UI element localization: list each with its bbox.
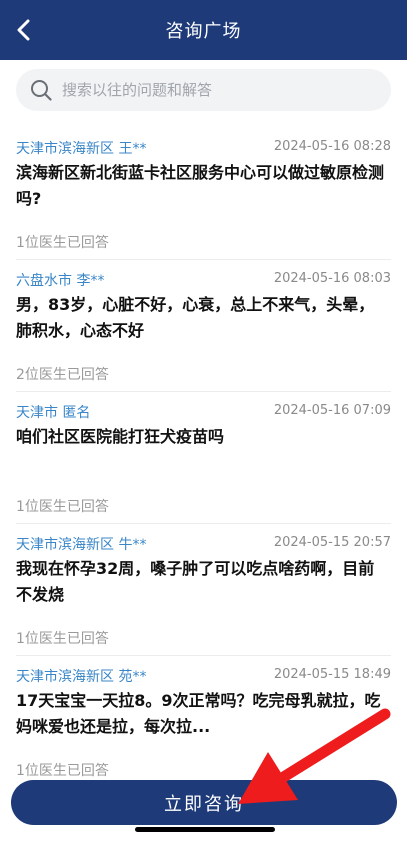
page-title: 咨询广场 — [165, 21, 242, 42]
answer-count: 2位医生已回答 — [16, 367, 109, 383]
question-time: 2024-05-16 07:09 — [273, 403, 391, 418]
question-item[interactable]: 天津市 匿名 2024-05-16 07:09 咱们社区医院能打狂犬疫苗吗 1位… — [16, 392, 391, 524]
header-bar: 咨询广场 — [0, 0, 407, 60]
consult-now-button[interactable]: 立即咨询 — [11, 780, 397, 825]
question-time: 2024-05-15 20:57 — [273, 535, 391, 550]
question-time: 2024-05-16 08:28 — [273, 139, 391, 154]
question-location: 六盘水市 李** — [16, 273, 105, 289]
question-text: 咱们社区医院能打狂犬疫苗吗 — [16, 427, 225, 446]
back-button[interactable] — [8, 14, 40, 46]
question-text: 男，83岁，心脏不好，心衰，总上不来气，头晕，肺积水，心态不好 — [16, 295, 375, 340]
question-item[interactable]: 天津市滨海新区 王** 2024-05-16 08:28 滨海新区新北街蓝卡社区… — [16, 128, 391, 260]
question-location: 天津市滨海新区 王** — [16, 141, 147, 157]
answer-count: 1位医生已回答 — [16, 631, 109, 647]
home-indicator — [135, 827, 275, 832]
question-location: 天津市滨海新区 苑** — [16, 669, 147, 685]
answer-count: 1位医生已回答 — [16, 499, 109, 515]
question-text: 我现在怀孕32周，嗓子肿了可以吃点啥药啊，目前不发烧 — [16, 559, 375, 604]
answer-count: 1位医生已回答 — [16, 763, 109, 779]
search-input[interactable] — [60, 80, 364, 100]
question-text: 17天宝宝一天拉8。9次正常吗？吃完母乳就拉，吃妈咪爱也还是拉，每次拉... — [16, 691, 381, 736]
search-bar[interactable] — [16, 69, 391, 111]
question-text: 滨海新区新北街蓝卡社区服务中心可以做过敏原检测吗? — [16, 163, 385, 208]
question-item[interactable]: 天津市滨海新区 苑** 2024-05-15 18:49 17天宝宝一天拉8。9… — [16, 656, 391, 788]
question-time: 2024-05-15 18:49 — [273, 667, 391, 682]
question-location: 天津市 匿名 — [16, 405, 91, 421]
answer-count: 1位医生已回答 — [16, 235, 109, 251]
question-item[interactable]: 六盘水市 李** 2024-05-16 08:03 男，83岁，心脏不好，心衰，… — [16, 260, 391, 392]
question-item[interactable]: 天津市滨海新区 牛** 2024-05-15 20:57 我现在怀孕32周，嗓子… — [16, 524, 391, 656]
question-list: 天津市滨海新区 王** 2024-05-16 08:28 滨海新区新北街蓝卡社区… — [0, 128, 407, 788]
search-icon — [31, 80, 52, 101]
chevron-left-icon — [17, 19, 30, 41]
question-time: 2024-05-16 08:03 — [273, 271, 391, 286]
question-location: 天津市滨海新区 牛** — [16, 537, 147, 553]
